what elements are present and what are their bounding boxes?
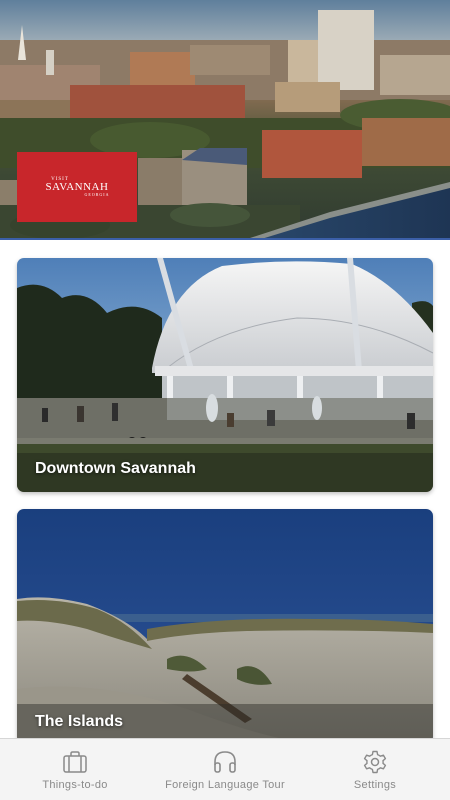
card-downtown-savannah[interactable]: Downtown Savannah <box>17 258 433 492</box>
tab-label-foreign-language-tour: Foreign Language Tour <box>165 779 285 791</box>
card-title-islands: The Islands <box>35 713 124 730</box>
savannah-logo: VISIT SAVANNAH GEORGIA <box>17 152 137 222</box>
tab-foreign-language-tour[interactable]: Foreign Language Tour <box>150 739 300 800</box>
tab-things-to-do[interactable]: Things-to-do <box>0 739 150 800</box>
the-islands-image <box>17 509 433 743</box>
tab-label-settings: Settings <box>353 779 397 791</box>
logo-sub-text: GEORGIA <box>84 192 110 197</box>
tab-label-things-to-do: Things-to-do <box>42 779 108 791</box>
gear-icon <box>363 750 387 774</box>
hero-divider <box>0 238 450 240</box>
card-the-islands[interactable]: The Islands <box>17 509 433 743</box>
downtown-savannah-image <box>17 258 433 492</box>
headphones-icon <box>214 751 236 773</box>
hero-banner: VISIT SAVANNAH GEORGIA <box>0 0 450 240</box>
tab-settings[interactable]: Settings <box>300 739 450 800</box>
bottom-tab-bar: Things-to-do Foreign Language Tour Setti… <box>0 738 450 800</box>
card-title-downtown: Downtown Savannah <box>35 460 196 477</box>
briefcase-icon <box>63 751 87 773</box>
